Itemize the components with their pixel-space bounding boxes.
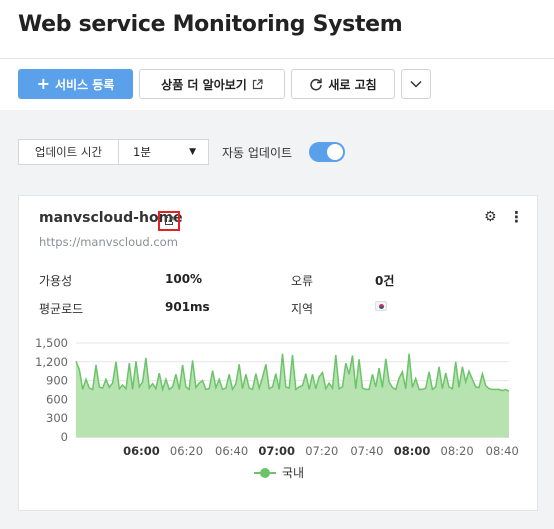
page-title: Web service Monitoring System: [18, 12, 403, 37]
auto-update-toggle[interactable]: [309, 142, 345, 162]
learn-more-label: 상품 더 알아보기: [161, 77, 247, 92]
x-tick-label: 06:00: [123, 444, 160, 458]
x-tick-label: 06:20: [170, 444, 203, 458]
refresh-label: 새로 고침: [328, 77, 377, 92]
update-interval-label: 업데이트 시간: [19, 140, 119, 164]
x-tick-label: 08:00: [394, 444, 431, 458]
caret-down-icon: ▼: [189, 147, 196, 157]
service-card: manvscloud-home https://manvscloud.com ⚙…: [18, 195, 538, 511]
y-tick-label: 1,200: [35, 355, 68, 369]
x-tick-label: 07:00: [258, 444, 295, 458]
update-interval-select[interactable]: 업데이트 시간 1분 ▼: [18, 139, 209, 165]
refresh-button[interactable]: 새로 고침: [291, 69, 395, 99]
x-tick-label: 07:40: [350, 444, 383, 458]
auto-update-label: 자동 업데이트: [222, 146, 293, 160]
x-tick-label: 06:40: [215, 444, 248, 458]
add-service-button[interactable]: + 서비스 등록: [18, 69, 133, 99]
toggle-knob: [327, 144, 343, 160]
legend-label: 국내: [281, 466, 305, 480]
header: Web service Monitoring System + 서비스 등록 상…: [0, 0, 554, 110]
update-interval-value: 1분: [133, 145, 151, 159]
chevron-down-icon: [410, 80, 422, 88]
x-tick-label: 08:40: [486, 444, 519, 458]
legend-marker: [253, 467, 276, 478]
add-service-label: 서비스 등록: [55, 77, 115, 92]
plus-icon: +: [36, 74, 50, 93]
y-tick-label: 600: [46, 392, 68, 406]
update-interval-value-box[interactable]: 1분 ▼: [119, 140, 208, 164]
y-tick-label: 900: [46, 374, 68, 388]
more-options-button[interactable]: [401, 69, 431, 99]
external-link-icon: [252, 78, 263, 89]
x-tick-label: 08:20: [441, 444, 474, 458]
learn-more-button[interactable]: 상품 더 알아보기: [139, 69, 285, 99]
y-tick-label: 1,500: [35, 336, 68, 350]
series-area: [76, 353, 509, 437]
x-tick-label: 07:20: [305, 444, 338, 458]
chart-legend[interactable]: 국내: [19, 464, 539, 481]
refresh-icon: [310, 78, 323, 91]
y-tick-label: 300: [46, 411, 68, 425]
y-tick-label: 0: [61, 430, 68, 444]
header-divider: [0, 58, 554, 59]
